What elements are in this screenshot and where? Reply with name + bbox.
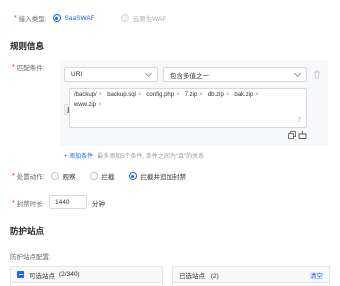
- selected-sites-panel: 已选站点 (2) 清空: [172, 266, 330, 286]
- ban-duration-unit: 分钟: [92, 201, 105, 208]
- available-sites-count: (2/340): [59, 271, 80, 278]
- tag-item: 7.zip ×: [184, 92, 203, 98]
- delete-icon[interactable]: [313, 70, 321, 79]
- action-row: * 处置动作: 观察 拦截 拦截并追加封禁: [12, 171, 200, 181]
- close-icon[interactable]: ×: [255, 92, 259, 98]
- chevron-down-icon: [293, 69, 302, 77]
- radio-dot: [50, 172, 59, 180]
- access-type-row: * 接入类型: SaaSWAF 云原生WAF: [14, 13, 180, 23]
- available-sites-panel: 可选站点 (2/340): [10, 266, 163, 286]
- ban-duration-row: * 封禁时长: [12, 198, 43, 209]
- selected-sites-header: 已选站点 (2) 清空: [173, 267, 329, 283]
- tag-item: bak.zip ×: [234, 92, 259, 98]
- and-condition-icon[interactable]: [298, 130, 307, 139]
- value-tags-input[interactable]: /backup/× backup.sql × config.php × 7.zip ×…: [69, 88, 307, 128]
- selected-sites-count: (2): [210, 272, 219, 280]
- ban-duration-input[interactable]: 1440: [49, 195, 87, 209]
- copy-icon[interactable]: [288, 131, 296, 139]
- clear-selected-button[interactable]: 清空: [310, 270, 323, 280]
- radio-observe[interactable]: 观察: [50, 171, 76, 181]
- operator-select-value: 包含多值之一: [170, 72, 209, 80]
- radio-saaswaf[interactable]: SaaSWAF: [52, 14, 95, 22]
- radio-dot: [128, 172, 137, 180]
- tag-item: www.zip ×: [74, 102, 102, 108]
- select-all-checkbox[interactable]: [17, 271, 24, 278]
- ban-duration-label: 封禁时长: [16, 201, 43, 208]
- field-select[interactable]: URI: [64, 67, 158, 82]
- radio-cloud-native-waf[interactable]: 云原生WAF: [120, 13, 167, 23]
- match-label-row: * 匹配条件:: [12, 62, 45, 73]
- field-select-value: URI: [71, 71, 83, 78]
- required-mark: *: [12, 172, 15, 180]
- tag-list: /backup/× backup.sql × config.php × 7.zip ×…: [74, 92, 294, 112]
- site-config-label: 防护站点配置:: [10, 254, 51, 261]
- add-condition-hint: 最多添加5个条件, 条件之间为"且"的关系: [97, 154, 205, 160]
- rule-section-title: 规则信息: [10, 41, 45, 51]
- selected-sites-title: 已选站点: [179, 272, 205, 280]
- selected-sites-title-group: 已选站点 (2): [179, 270, 219, 280]
- required-mark: *: [12, 199, 15, 207]
- tag-item: backup.sql ×: [107, 92, 142, 98]
- radio-block-and-ban[interactable]: 拦截并追加封禁: [128, 171, 187, 181]
- radio-saaswaf-label: SaaSWAF: [64, 14, 95, 22]
- add-condition-row: + 添加条件 最多添加5个条件, 条件之间为"且"的关系: [64, 151, 204, 160]
- action-label: 处置动作:: [16, 174, 45, 181]
- close-icon[interactable]: ×: [99, 92, 103, 98]
- chevron-down-icon: [144, 69, 153, 77]
- required-mark: *: [12, 63, 15, 71]
- close-icon[interactable]: ×: [138, 92, 142, 98]
- available-sites-header: 可选站点 (2/340): [11, 267, 162, 283]
- close-icon[interactable]: ×: [199, 92, 203, 98]
- radio-dot: [89, 172, 98, 180]
- close-icon[interactable]: ×: [176, 92, 180, 98]
- tag-item: db.zip ×: [207, 92, 230, 98]
- close-icon[interactable]: ×: [98, 102, 102, 108]
- match-condition-label: 匹配条件:: [16, 65, 45, 72]
- radio-block-label: 拦截: [101, 174, 115, 181]
- radio-observe-label: 观察: [62, 174, 76, 181]
- tag-item: /backup/×: [74, 92, 103, 98]
- tag-item: config.php ×: [146, 92, 180, 98]
- access-type-label: 接入类型:: [18, 16, 47, 23]
- add-condition-link[interactable]: + 添加条件: [64, 151, 93, 160]
- tag-count: 7: [297, 118, 301, 124]
- close-icon[interactable]: ×: [226, 92, 230, 98]
- radio-block-and-ban-label: 拦截并追加封禁: [140, 174, 187, 181]
- radio-dot: [120, 14, 129, 22]
- available-sites-title: 可选站点: [29, 272, 55, 280]
- radio-cloud-native-label: 云原生WAF: [132, 16, 167, 23]
- required-mark: *: [14, 14, 17, 22]
- radio-block[interactable]: 拦截: [89, 171, 115, 181]
- operator-select[interactable]: 包含多值之一: [163, 67, 307, 82]
- radio-dot: [52, 14, 61, 22]
- protect-section-title: 防护站点: [10, 226, 45, 236]
